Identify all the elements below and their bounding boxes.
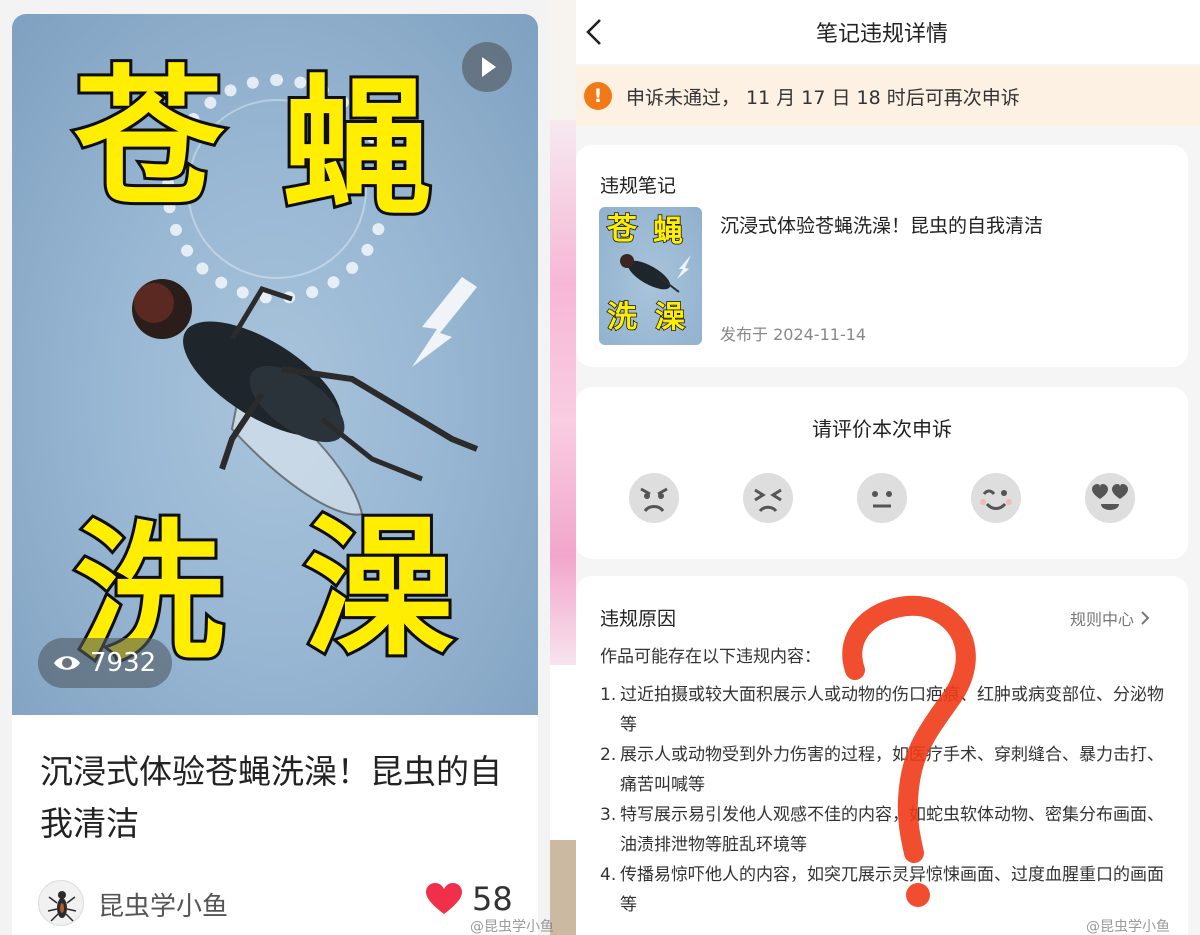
violating-note-title[interactable]: 沉浸式体验苍蝇洗澡！昆虫的自我清洁 xyxy=(720,211,1043,238)
cover-text-char: 澡 xyxy=(301,502,457,676)
chevron-right-icon xyxy=(1141,611,1150,625)
view-count-badge: 7932 xyxy=(38,638,173,688)
appeal-status-banner: ! 申诉未通过， 11 月 17 日 18 时后可再次申诉 xyxy=(576,66,1200,126)
background-strip xyxy=(550,0,576,120)
appeal-rating-card: 请评价本次申诉 xyxy=(576,387,1188,559)
avatar[interactable] xyxy=(38,880,84,926)
cover-text-char: 蝇 xyxy=(279,62,435,236)
cover-text-char: 苍 xyxy=(71,52,227,226)
violating-note-card: 违规笔记 苍 蝇 洗 澡 沉浸式体验苍蝇洗澡！昆虫的自我清洁 发布于 2024-… xyxy=(576,145,1188,367)
list-item: 3. 特写展示易引发他人观感不佳的内容，如蛇虫软体动物、密集分布画面、油渍排泄物等… xyxy=(600,805,1164,855)
smiling-face-icon[interactable] xyxy=(970,472,1022,524)
section-heading: 违规原因 xyxy=(600,608,677,630)
publish-date: 发布于 2024-11-14 xyxy=(720,325,867,344)
list-item: 1. 过近拍摄或较大面积展示人或动物的伤口疤痕、红肿或病变部位、分泌物等 xyxy=(600,685,1164,735)
background-strip xyxy=(550,120,576,665)
eye-icon xyxy=(54,656,80,670)
neutral-face-icon[interactable] xyxy=(856,472,908,524)
note-title[interactable]: 沉浸式体验苍蝇洗澡！昆虫的自我清洁 xyxy=(40,746,520,850)
watermark: @昆虫学小鱼 xyxy=(470,919,554,935)
page-title: 笔记违规详情 xyxy=(815,22,948,47)
left-note-panel: 苍 蝇 洗 澡 7932 沉浸式体验苍蝇洗澡！昆虫的自我清洁 昆虫学小鱼 58 xyxy=(0,0,550,935)
insect-avatar-icon xyxy=(47,891,77,922)
rules-center-label: 规则中心 xyxy=(1070,610,1135,629)
thumb-text-char: 澡 xyxy=(654,300,686,335)
appeal-status-text: 申诉未通过， 11 月 17 日 18 时后可再次申诉 xyxy=(626,86,1020,109)
note-thumbnail[interactable]: 苍 蝇 洗 澡 xyxy=(599,207,702,345)
note-cover-image[interactable]: 苍 蝇 洗 澡 7932 xyxy=(12,14,538,715)
note-card[interactable]: 苍 蝇 洗 澡 7932 沉浸式体验苍蝇洗澡！昆虫的自我清洁 昆虫学小鱼 58 xyxy=(12,14,538,935)
heart-eyes-face-icon[interactable] xyxy=(1084,472,1136,524)
view-count: 7932 xyxy=(90,648,157,678)
frustrated-face-icon[interactable] xyxy=(742,472,794,524)
warning-icon: ! xyxy=(584,82,612,110)
like-button[interactable]: 58 xyxy=(426,880,513,918)
author-name[interactable]: 昆虫学小鱼 xyxy=(98,886,228,923)
violation-detail-panel: 笔记违规详情 ! 申诉未通过， 11 月 17 日 18 时后可再次申诉 违规笔… xyxy=(576,0,1200,935)
reason-intro: 作品可能存在以下违规内容： xyxy=(600,647,821,667)
section-heading: 违规笔记 xyxy=(600,175,677,197)
play-icon xyxy=(482,57,496,77)
heart-icon xyxy=(426,883,462,914)
list-item: 2. 展示人或动物受到外力伤害的过程，如医疗手术、穿刺缝合、暴力击打、痛苦叫喊等 xyxy=(600,745,1164,795)
thumb-text-char: 洗 xyxy=(606,300,638,335)
violation-reason-card: 违规原因 规则中心 作品可能存在以下违规内容： 1. 过近拍摄或较大面积展示人或动… xyxy=(576,576,1188,935)
like-count: 58 xyxy=(472,880,513,918)
rating-title: 请评价本次申诉 xyxy=(812,417,952,441)
watermark: @昆虫学小鱼 xyxy=(1086,919,1170,935)
list-item: 4. 传播易惊吓他人的内容，如突兀展示灵异惊悚画面、过度血腥重口的画面等 xyxy=(600,865,1164,915)
angry-face-icon[interactable] xyxy=(628,472,680,524)
nav-bar: 笔记违规详情 xyxy=(576,0,1200,64)
fly-illustration xyxy=(132,277,479,516)
play-button[interactable] xyxy=(462,42,512,92)
reason-list: 1. 过近拍摄或较大面积展示人或动物的伤口疤痕、红肿或病变部位、分泌物等 2. 展示… xyxy=(600,680,1170,920)
rules-center-link[interactable]: 规则中心 xyxy=(1070,606,1150,630)
